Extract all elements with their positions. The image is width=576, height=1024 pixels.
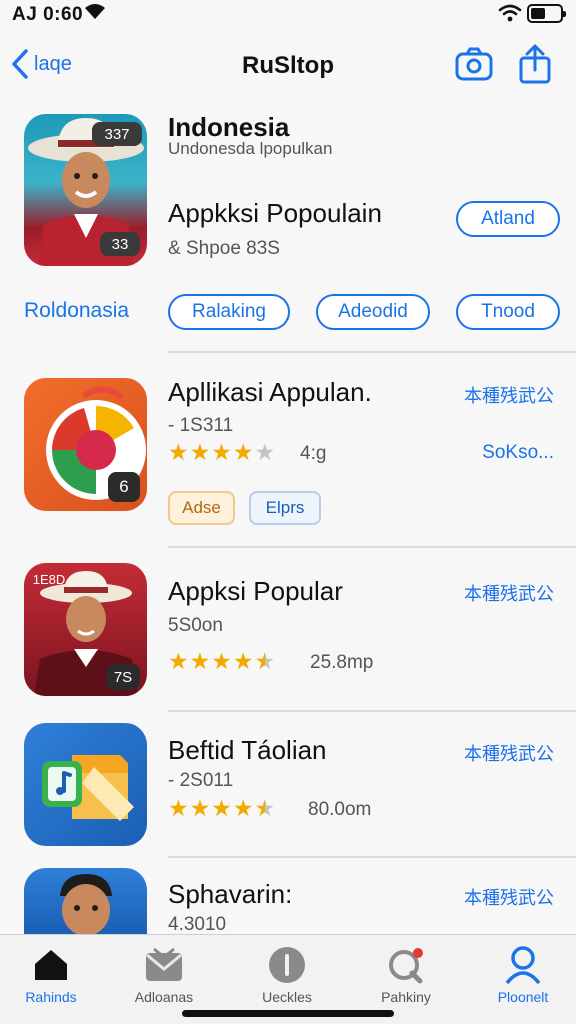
star-icon: ★ [211, 795, 232, 821]
tab-apps-label: Adloanas [134, 989, 194, 1005]
app-1-more-link[interactable]: SoKso... [482, 442, 554, 464]
tab-ranking[interactable]: Pahkiny [351, 943, 461, 1005]
files-icon [42, 755, 134, 821]
wifi-signal-icon [498, 4, 522, 22]
app-1-badge: 6 [108, 472, 140, 502]
notification-icon [389, 948, 423, 984]
status-time: AJ 0:60 [12, 4, 84, 25]
star-icon: ★ [168, 648, 189, 674]
app-2-subtitle: 5S0on [168, 615, 223, 636]
camera-icon[interactable] [455, 46, 493, 82]
divider [168, 710, 576, 712]
hero-badge-bottom: 33 [100, 232, 140, 256]
app-2-get-link[interactable]: 本種残武公 [464, 580, 554, 606]
star-icon: ★ [232, 795, 254, 821]
app-4-get-link[interactable]: 本種残武公 [464, 884, 554, 910]
person-portrait-illustration [60, 874, 112, 934]
app-4-subtitle: 4.3010 [168, 914, 227, 935]
chip-adeodid[interactable]: Adeodid [316, 294, 430, 330]
wifi-icon [85, 4, 105, 19]
tab-ranking-label: Pahkiny [381, 989, 431, 1005]
chip-tnood[interactable]: Tnood [456, 294, 560, 330]
app-2-title: Appksi Popular [168, 576, 343, 606]
mail-icon [146, 947, 182, 981]
hero-badge-top: 337 [92, 122, 142, 146]
tab-profile-label: Ploonelt [497, 989, 549, 1005]
hero-meta: & Shpoe 83S [168, 238, 280, 259]
tab-apps[interactable]: Adloanas [109, 943, 219, 1005]
app-1-tag-elprs[interactable]: Elprs [249, 491, 321, 525]
divider [168, 351, 576, 353]
status-bar: AJ 0:60 [0, 0, 576, 30]
star-icon: ★ [254, 648, 276, 674]
app-1-title: Apllikasi Appulan. [168, 377, 372, 407]
tab-updates[interactable]: Ueckles [232, 943, 342, 1005]
tab-updates-label: Ueckles [262, 989, 312, 1005]
tab-profile[interactable]: Ploonelt [468, 943, 576, 1005]
app-icon-4[interactable] [24, 868, 147, 934]
app-1-get-link[interactable]: 本種残武公 [464, 382, 554, 408]
app-3-subtitle: - 2S011 [168, 770, 234, 791]
star-icon: ★ [232, 439, 254, 465]
navigation-bar: laqe RuSltop [0, 36, 576, 96]
share-icon[interactable] [518, 44, 552, 84]
app-3-rating-stars: ★ ★ ★ ★ ★ [168, 796, 275, 820]
star-icon: ★ [168, 439, 189, 465]
star-icon: ★ [254, 439, 276, 465]
star-icon: ★ [211, 439, 232, 465]
app-2-rating-stars: ★ ★ ★ ★ ★ [168, 649, 275, 673]
divider [168, 856, 576, 858]
app-3-title: Beftid Táolian [168, 735, 327, 765]
app-3-rating-value: 80.0om [308, 799, 372, 820]
app-1-rating-stars: ★ ★ ★ ★ ★ [168, 440, 275, 464]
star-icon: ★ [189, 648, 211, 674]
app-2-rating-value: 25.8mp [310, 652, 374, 673]
star-icon: ★ [189, 795, 211, 821]
star-icon: ★ [189, 439, 211, 465]
chip-ranking[interactable]: Ralaking [168, 294, 290, 330]
app-1-tag-ads[interactable]: Adse [168, 491, 235, 525]
battery-icon [527, 4, 566, 23]
star-icon: ★ [254, 795, 276, 821]
category-label: Roldonasia [24, 299, 130, 322]
info-icon [269, 947, 305, 983]
profile-icon [505, 946, 541, 985]
home-icon [35, 950, 67, 980]
star-icon: ★ [168, 795, 189, 821]
app-1-subtitle: - 1S311 [168, 415, 234, 436]
tab-home[interactable]: Rahinds [0, 943, 106, 1005]
app-1-rating-value: 4:g [300, 443, 327, 464]
app-3-get-link[interactable]: 本種残武公 [464, 740, 554, 766]
star-icon: ★ [211, 648, 232, 674]
hero-get-button[interactable]: Atland [456, 201, 560, 237]
divider [168, 546, 576, 548]
app-icon-3[interactable] [24, 723, 147, 846]
app-4-title: Sphavarin: [168, 879, 293, 909]
hero-subtitle: Undonesda lpopulkan [168, 139, 333, 158]
app-2-badge: 7S [106, 664, 140, 690]
tab-home-label: Rahinds [25, 989, 77, 1005]
star-icon: ★ [232, 648, 254, 674]
hero-app-name: Appkksi Popoulain [168, 198, 382, 228]
app-2-badge-top: 1E8D [32, 571, 66, 587]
home-indicator[interactable] [182, 1010, 394, 1017]
